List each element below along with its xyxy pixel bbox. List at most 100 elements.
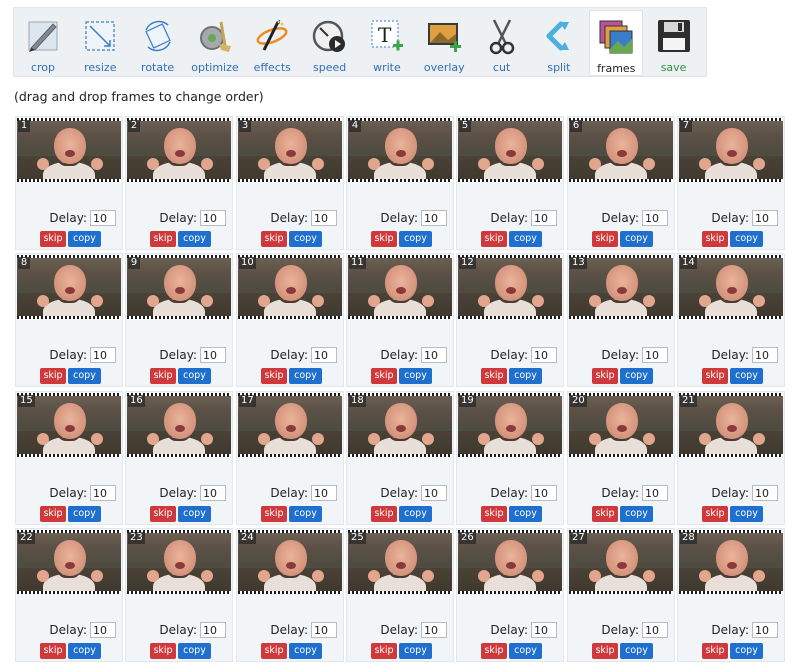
skip-button[interactable]: skip [371, 368, 397, 384]
frame-card-3[interactable]: 3 Delay: skip copy [236, 116, 344, 250]
frame-card-26[interactable]: 26 Delay: skip copy [456, 528, 564, 662]
frame-card-27[interactable]: 27 Delay: skip copy [567, 528, 675, 662]
frame-thumbnail[interactable]: 9 [127, 255, 231, 319]
frame-card-28[interactable]: 28 Delay: skip copy [677, 528, 785, 662]
skip-button[interactable]: skip [592, 368, 618, 384]
delay-input[interactable] [311, 347, 337, 363]
tool-write[interactable]: T write [360, 10, 414, 76]
copy-button[interactable]: copy [68, 231, 101, 247]
frame-thumbnail[interactable]: 23 [127, 530, 231, 594]
copy-button[interactable]: copy [620, 506, 653, 522]
tool-cut[interactable]: cut [475, 10, 529, 76]
frame-card-6[interactable]: 6 Delay: skip copy [567, 116, 675, 250]
copy-button[interactable]: copy [178, 231, 211, 247]
frame-card-5[interactable]: 5 Delay: skip copy [456, 116, 564, 250]
skip-button[interactable]: skip [371, 643, 397, 659]
frame-thumbnail[interactable]: 27 [569, 530, 673, 594]
frame-thumbnail[interactable]: 22 [17, 530, 121, 594]
frame-card-21[interactable]: 21 Delay: skip copy [677, 391, 785, 525]
frame-card-18[interactable]: 18 Delay: skip copy [346, 391, 454, 525]
delay-input[interactable] [642, 347, 668, 363]
skip-button[interactable]: skip [40, 231, 66, 247]
skip-button[interactable]: skip [592, 643, 618, 659]
frame-thumbnail[interactable]: 16 [127, 393, 231, 457]
frame-card-11[interactable]: 11 Delay: skip copy [346, 253, 454, 387]
delay-input[interactable] [752, 485, 778, 501]
frame-card-15[interactable]: 15 Delay: skip copy [15, 391, 123, 525]
frame-card-8[interactable]: 8 Delay: skip copy [15, 253, 123, 387]
frame-thumbnail[interactable]: 6 [569, 118, 673, 182]
tool-speed[interactable]: speed [303, 10, 357, 76]
delay-input[interactable] [90, 347, 116, 363]
copy-button[interactable]: copy [178, 643, 211, 659]
copy-button[interactable]: copy [289, 643, 322, 659]
delay-input[interactable] [752, 347, 778, 363]
frame-thumbnail[interactable]: 12 [458, 255, 562, 319]
frame-thumbnail[interactable]: 14 [679, 255, 783, 319]
tool-frames[interactable]: frames [589, 10, 644, 76]
copy-button[interactable]: copy [399, 368, 432, 384]
delay-input[interactable] [752, 210, 778, 226]
copy-button[interactable]: copy [620, 368, 653, 384]
frame-thumbnail[interactable]: 18 [348, 393, 452, 457]
delay-input[interactable] [311, 210, 337, 226]
skip-button[interactable]: skip [481, 643, 507, 659]
tool-rotate[interactable]: rotate [131, 10, 185, 76]
skip-button[interactable]: skip [261, 506, 287, 522]
frame-card-17[interactable]: 17 Delay: skip copy [236, 391, 344, 525]
frame-thumbnail[interactable]: 17 [238, 393, 342, 457]
skip-button[interactable]: skip [40, 643, 66, 659]
delay-input[interactable] [311, 485, 337, 501]
frame-card-25[interactable]: 25 Delay: skip copy [346, 528, 454, 662]
frame-thumbnail[interactable]: 1 [17, 118, 121, 182]
frame-card-23[interactable]: 23 Delay: skip copy [125, 528, 233, 662]
frame-thumbnail[interactable]: 2 [127, 118, 231, 182]
copy-button[interactable]: copy [178, 506, 211, 522]
delay-input[interactable] [531, 210, 557, 226]
copy-button[interactable]: copy [730, 506, 763, 522]
skip-button[interactable]: skip [481, 368, 507, 384]
copy-button[interactable]: copy [399, 506, 432, 522]
delay-input[interactable] [421, 485, 447, 501]
delay-input[interactable] [90, 622, 116, 638]
frame-thumbnail[interactable]: 15 [17, 393, 121, 457]
delay-input[interactable] [90, 210, 116, 226]
tool-resize[interactable]: resize [73, 10, 127, 76]
frame-card-22[interactable]: 22 Delay: skip copy [15, 528, 123, 662]
copy-button[interactable]: copy [509, 506, 542, 522]
frame-thumbnail[interactable]: 4 [348, 118, 452, 182]
delay-input[interactable] [421, 347, 447, 363]
frame-thumbnail[interactable]: 28 [679, 530, 783, 594]
tool-split[interactable]: split [532, 10, 586, 76]
copy-button[interactable]: copy [620, 231, 653, 247]
frame-thumbnail[interactable]: 11 [348, 255, 452, 319]
frame-thumbnail[interactable]: 8 [17, 255, 121, 319]
skip-button[interactable]: skip [592, 231, 618, 247]
skip-button[interactable]: skip [40, 368, 66, 384]
skip-button[interactable]: skip [371, 506, 397, 522]
tool-effects[interactable]: effects [245, 10, 299, 76]
delay-input[interactable] [200, 210, 226, 226]
delay-input[interactable] [421, 622, 447, 638]
delay-input[interactable] [200, 622, 226, 638]
copy-button[interactable]: copy [730, 643, 763, 659]
copy-button[interactable]: copy [509, 368, 542, 384]
copy-button[interactable]: copy [68, 506, 101, 522]
copy-button[interactable]: copy [730, 368, 763, 384]
delay-input[interactable] [642, 210, 668, 226]
tool-crop[interactable]: crop [16, 10, 70, 76]
copy-button[interactable]: copy [399, 643, 432, 659]
frame-thumbnail[interactable]: 13 [569, 255, 673, 319]
frame-thumbnail[interactable]: 3 [238, 118, 342, 182]
frame-card-12[interactable]: 12 Delay: skip copy [456, 253, 564, 387]
copy-button[interactable]: copy [509, 231, 542, 247]
frame-thumbnail[interactable]: 21 [679, 393, 783, 457]
delay-input[interactable] [200, 485, 226, 501]
tool-save[interactable]: save [647, 10, 701, 76]
skip-button[interactable]: skip [592, 506, 618, 522]
delay-input[interactable] [421, 210, 447, 226]
frame-thumbnail[interactable]: 10 [238, 255, 342, 319]
copy-button[interactable]: copy [68, 643, 101, 659]
copy-button[interactable]: copy [509, 643, 542, 659]
skip-button[interactable]: skip [40, 506, 66, 522]
